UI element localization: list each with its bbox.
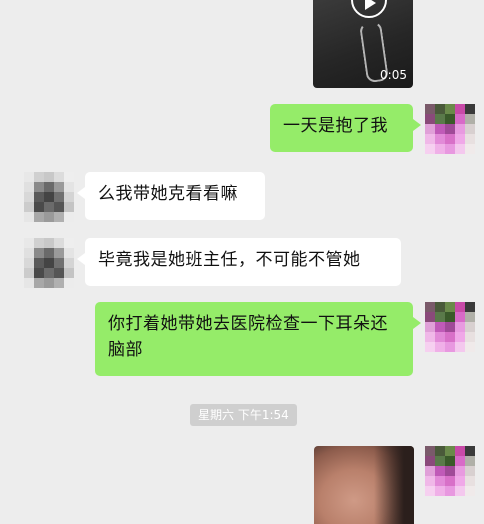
video-message[interactable]: 0:05 <box>313 0 413 88</box>
message-bubble-received[interactable]: 么我带她克看看嘛 <box>77 172 265 220</box>
play-icon[interactable] <box>351 0 387 18</box>
message-bubble-sent[interactable]: 一天是抱了我 <box>270 104 421 152</box>
my-avatar[interactable] <box>425 104 475 154</box>
message-timestamp: 星期六 下午1:54 <box>190 404 297 426</box>
message-bubble-received[interactable]: 毕竟我是她班主任，不可能不管她 <box>77 238 401 286</box>
chat-window: 0:05 一天是抱了我 么我带她克看看嘛 毕竟我是她班主任，不可能不管她 你打着… <box>0 0 484 524</box>
message-bubble-sent[interactable]: 你打着她带她去医院检查一下耳朵还脑部 <box>95 302 421 376</box>
image-thumbnail-detail <box>374 446 414 524</box>
video-duration: 0:05 <box>380 68 407 82</box>
contact-avatar[interactable] <box>24 172 74 222</box>
my-avatar[interactable] <box>425 302 475 352</box>
contact-avatar[interactable] <box>24 238 74 288</box>
my-avatar[interactable] <box>425 446 475 496</box>
image-message[interactable] <box>314 446 414 524</box>
